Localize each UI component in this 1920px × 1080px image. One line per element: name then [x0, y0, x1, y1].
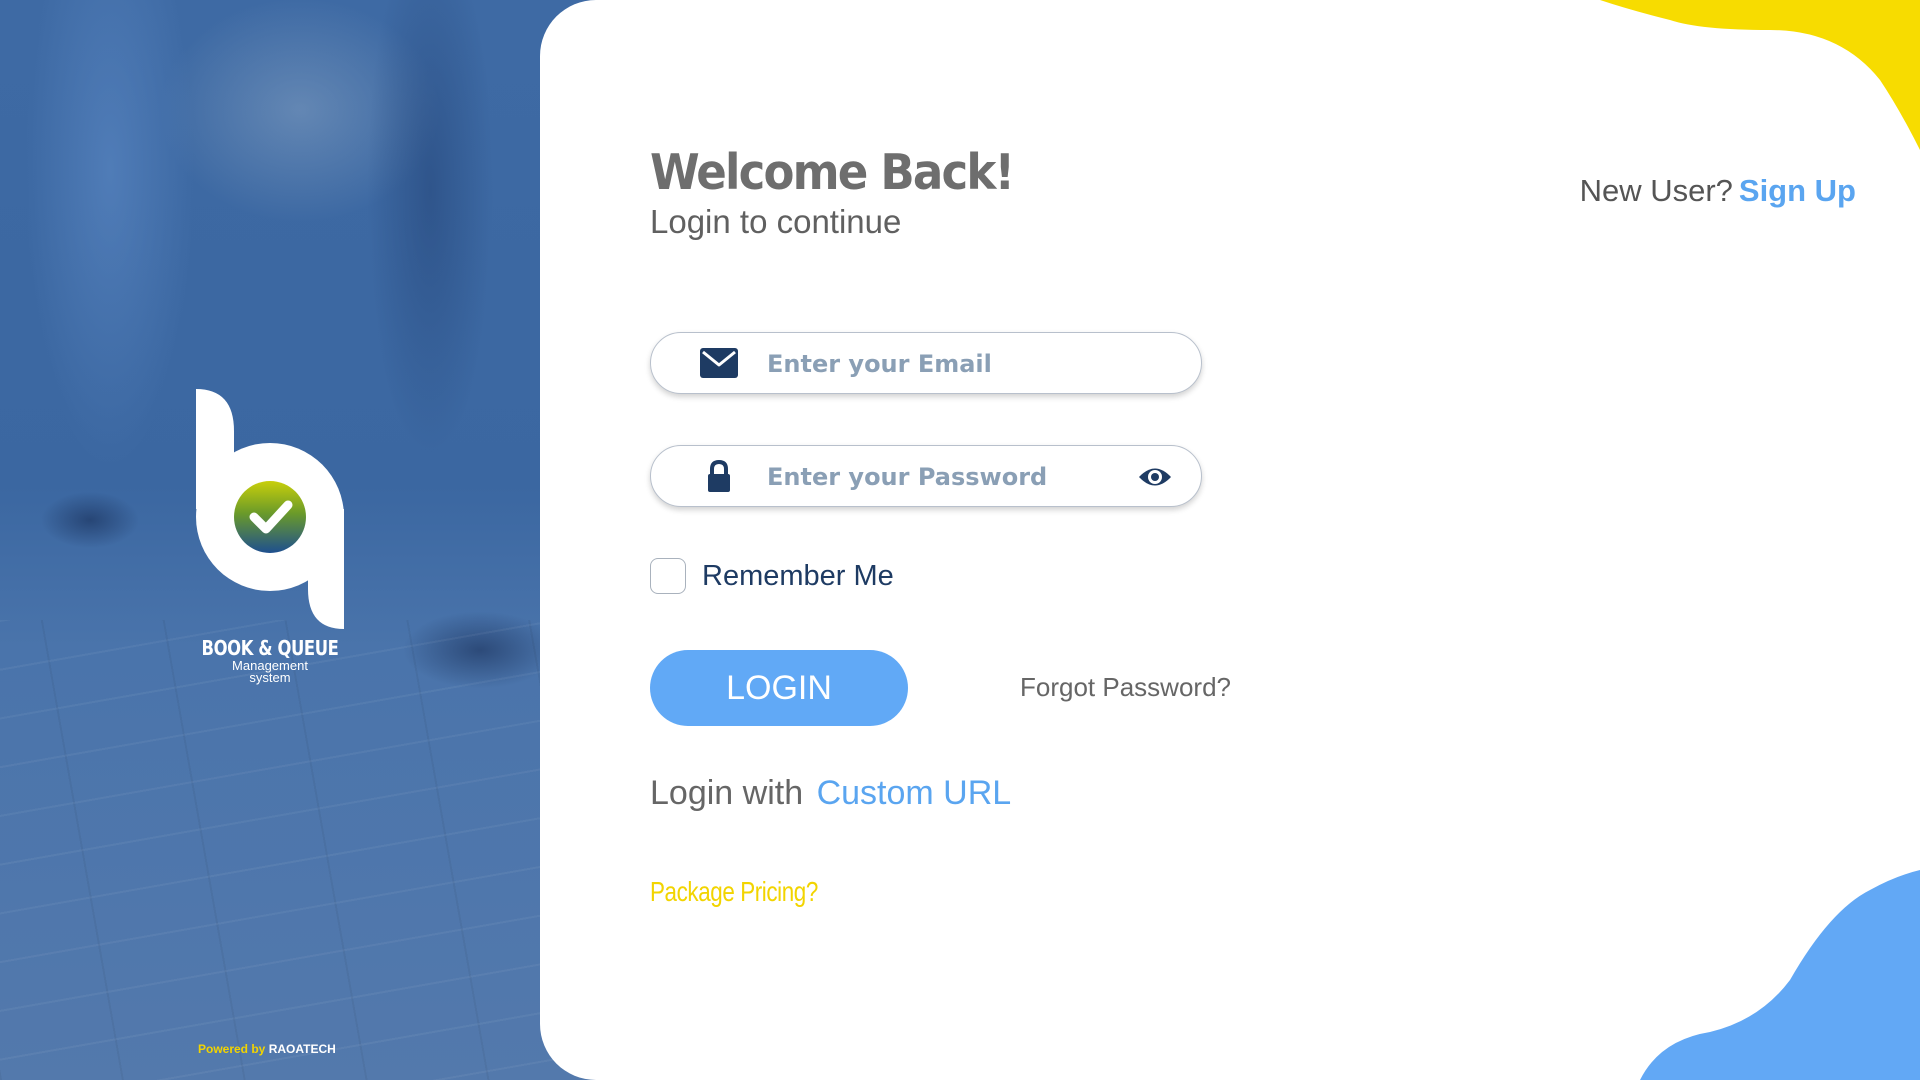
custom-login-prefix: Login with	[650, 774, 804, 812]
remember-me-toggle[interactable]: Remember Me	[650, 558, 894, 594]
custom-url-login: Login with Custom URL	[650, 774, 1011, 813]
remember-me-checkbox[interactable]	[650, 558, 686, 594]
powered-by: Powered by RAOATECH	[198, 1042, 336, 1056]
brand-subtitle-line2: system	[249, 670, 291, 685]
powered-by-prefix: Powered by	[198, 1042, 266, 1056]
brand-name: BOOK & QUEUE	[201, 636, 339, 660]
eye-icon[interactable]	[1137, 464, 1173, 490]
book-and-queue-logo	[196, 389, 344, 629]
custom-url-link[interactable]: Custom URL	[817, 774, 1012, 812]
password-input[interactable]	[765, 458, 1129, 496]
brand-block: BOOK & QUEUE Management system	[160, 636, 380, 684]
forgot-password-link[interactable]: Forgot Password?	[1020, 672, 1231, 703]
email-input[interactable]	[765, 345, 1129, 383]
login-card: Welcome Back! Login to continue New User…	[540, 0, 1920, 1080]
lock-icon	[708, 460, 730, 492]
envelope-icon	[700, 348, 738, 378]
blue-decoration	[1640, 870, 1920, 1080]
page-title: Welcome Back!	[650, 144, 1015, 201]
page-subtitle: Login to continue	[650, 203, 902, 240]
signup-prompt: New User? Sign Up	[1580, 173, 1856, 209]
email-field	[650, 332, 1202, 394]
remember-me-label: Remember Me	[702, 559, 894, 592]
login-button[interactable]: LOGIN	[650, 650, 908, 726]
paving-texture	[0, 620, 600, 1080]
yellow-decoration	[1600, 0, 1920, 150]
new-user-text: New User?	[1579, 173, 1733, 208]
package-pricing-link[interactable]: Package Pricing?	[650, 876, 818, 908]
background-photo-panel: BOOK & QUEUE Management system Powered b…	[0, 0, 600, 1080]
password-field	[650, 445, 1202, 507]
signup-link[interactable]: Sign Up	[1739, 173, 1856, 208]
powered-by-company: RAOATECH	[268, 1042, 336, 1056]
